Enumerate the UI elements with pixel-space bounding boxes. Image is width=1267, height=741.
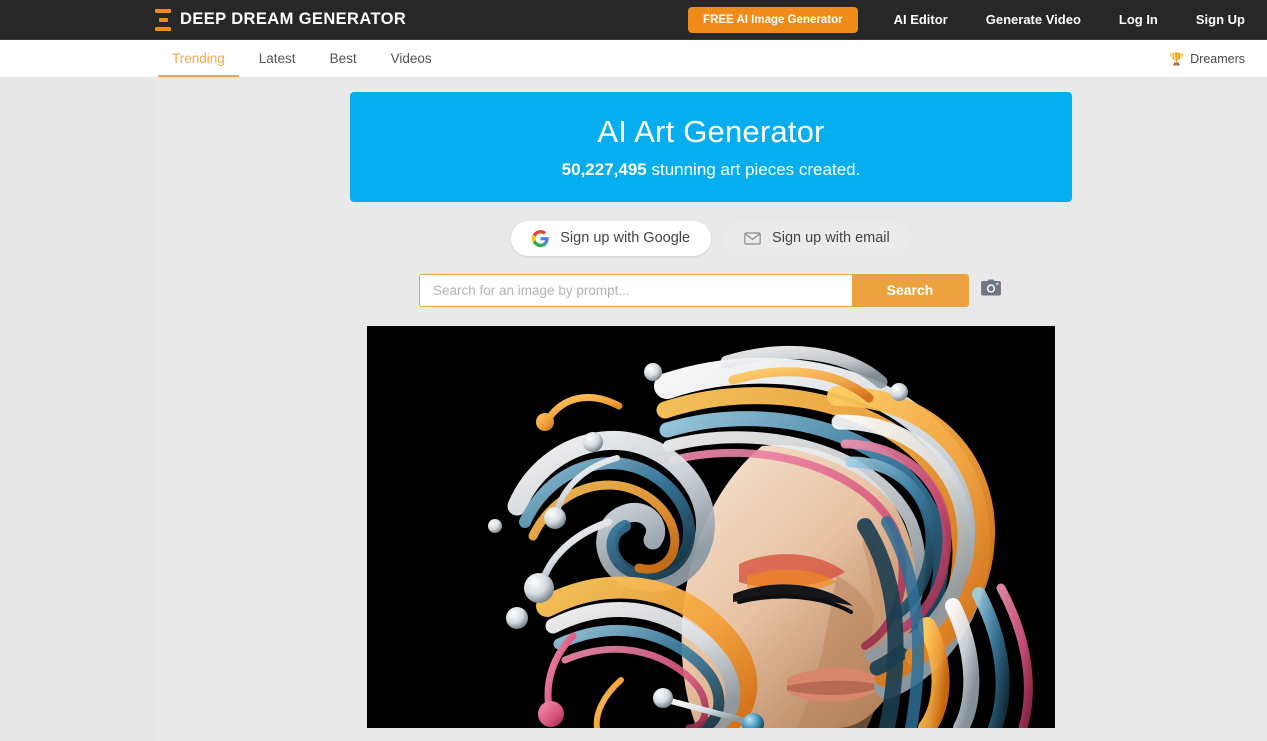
brand-logo[interactable]: DEEP DREAM GENERATOR [155,8,407,31]
search-button[interactable]: Search [852,274,968,306]
page-body: AI Art Generator 50,227,495 stunning art… [0,77,1267,741]
search-input[interactable] [420,274,852,306]
top-header-bar: DEEP DREAM GENERATOR FREE AI Image Gener… [0,0,1267,40]
nav-link-ai-editor[interactable]: AI Editor [894,12,948,27]
nav-link-generate-video[interactable]: Generate Video [986,12,1081,27]
signup-email-label: Sign up with email [772,230,890,247]
hourglass-logo-icon [155,8,171,31]
tab-latest[interactable]: Latest [242,40,313,77]
tab-trending[interactable]: Trending [155,40,242,77]
nav-link-log-in[interactable]: Log In [1119,12,1158,27]
trophy-icon: 🏆 [1169,51,1185,66]
camera-icon [980,279,1002,302]
sub-nav-tabs: Trending Latest Best Videos [155,40,449,77]
art-pieces-suffix: stunning art pieces created. [646,159,861,179]
artwork-image [367,325,1055,728]
camera-search-button[interactable] [978,279,1003,301]
page-title: AI Art Generator [597,114,825,149]
featured-artwork[interactable] [367,325,1055,728]
dreamers-label: Dreamers [1190,51,1245,66]
free-ai-image-generator-button[interactable]: FREE AI Image Generator [688,6,858,33]
tab-videos[interactable]: Videos [374,40,449,77]
brand-name: DEEP DREAM GENERATOR [180,10,407,28]
sub-nav-bar: Trending Latest Best Videos 🏆 Dreamers [0,40,1267,77]
search-group: Search [419,273,969,307]
signup-google-label: Sign up with Google [560,230,691,247]
top-nav: FREE AI Image Generator AI Editor Genera… [688,6,1267,33]
nav-link-sign-up[interactable]: Sign Up [1196,12,1245,27]
signup-with-google-button[interactable]: Sign up with Google [511,220,712,256]
art-pieces-count: 50,227,495 [561,159,647,179]
signup-button-row: Sign up with Google Sign up with email [511,220,911,256]
content-container: AI Art Generator 50,227,495 stunning art… [155,77,1267,741]
search-row: Search [419,273,1003,307]
tab-best[interactable]: Best [313,40,374,77]
dreamers-link[interactable]: 🏆 Dreamers [1169,40,1267,77]
signup-with-email-button[interactable]: Sign up with email [723,220,911,256]
hero-banner: AI Art Generator 50,227,495 stunning art… [350,92,1072,202]
google-g-icon [532,229,549,247]
envelope-icon [744,232,761,245]
hero-subtitle: 50,227,495 stunning art pieces created. [360,160,1062,180]
